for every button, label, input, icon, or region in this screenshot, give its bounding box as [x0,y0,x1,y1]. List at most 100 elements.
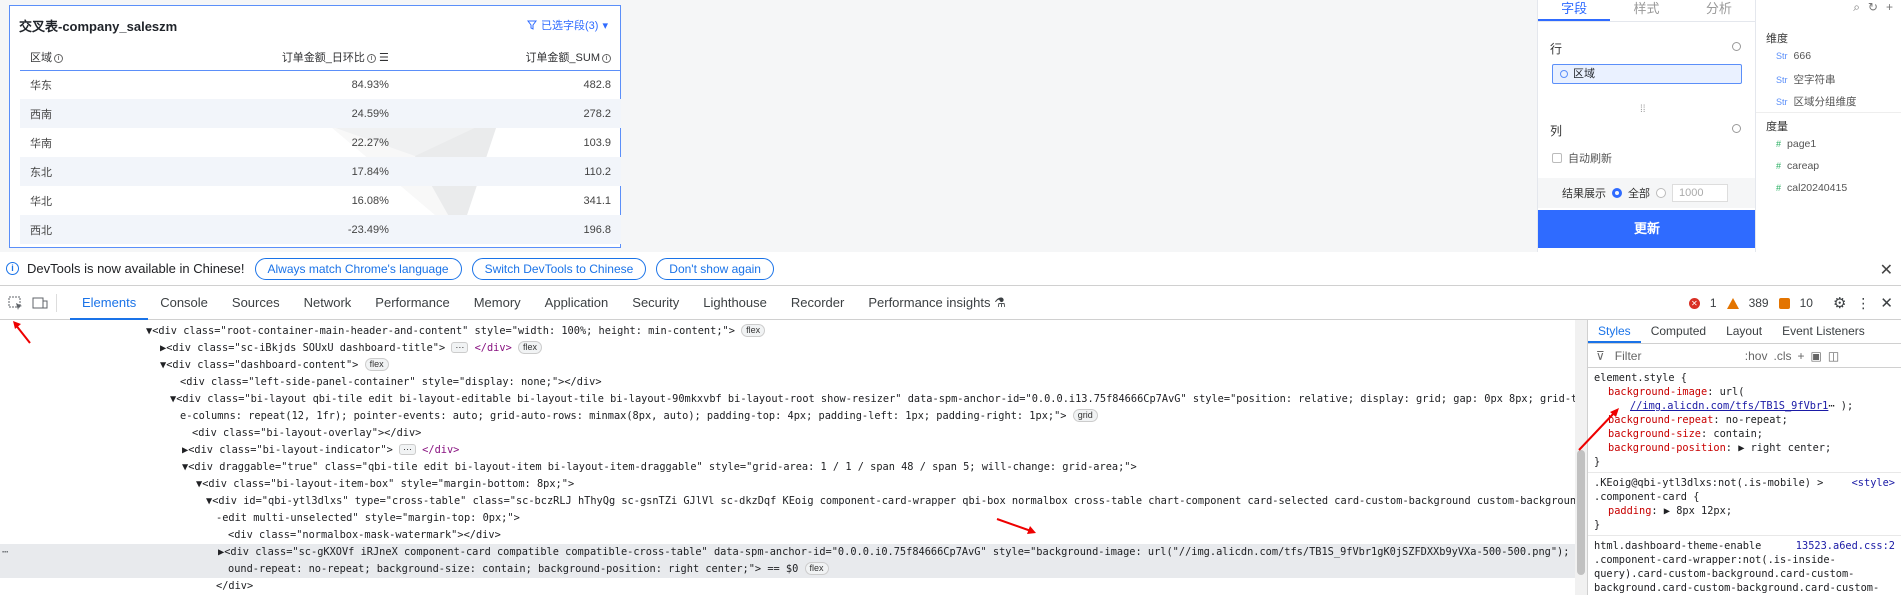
css-value[interactable]: right center; [1751,442,1832,454]
tab-elements[interactable]: Elements [70,286,149,320]
paint-icon[interactable]: ▣ [1811,349,1822,363]
flex-badge[interactable]: flex [741,324,766,337]
field-item[interactable]: Str 区域分组维度 [1776,94,1857,109]
tab-performance[interactable]: Performance [363,286,461,320]
warning-count[interactable]: 389 [1749,296,1769,310]
add-rule-icon[interactable]: + [1797,349,1804,363]
checkbox-icon [1552,153,1562,163]
tab-performance-insights[interactable]: Performance insights ⚗ [856,286,1017,320]
css-value[interactable]: contain; [1713,428,1763,440]
tab-security[interactable]: Security [620,286,691,320]
tab-recorder[interactable]: Recorder [779,286,856,320]
field-filter-button[interactable]: 已选字段(3) ▾ [527,17,608,33]
match-language-button[interactable]: Always match Chrome's language [254,257,462,280]
tab-analysis[interactable]: 分析 [1683,0,1755,21]
tab-application[interactable]: Application [533,286,621,320]
element-style-rule[interactable]: element.style { background-image: url( /… [1588,368,1901,473]
css-property[interactable]: background-repeat [1608,414,1713,426]
css-value[interactable]: 8px 12px; [1676,505,1732,517]
cell-region: 华东 [30,79,52,92]
dom-node[interactable]: <div class="normalbox-mask-watermark"></… [228,527,501,544]
scrollbar-thumb[interactable] [1577,450,1585,575]
css-rule[interactable]: 13523.a6ed.css:2 html.dashboard-theme-en… [1588,536,1901,595]
cls-toggle[interactable]: .cls [1773,349,1791,363]
cell-sum: 341.1 [583,194,611,207]
switch-chinese-button[interactable]: Switch DevTools to Chinese [471,257,647,280]
dom-node[interactable]: ▼<div draggable="true" class="qbi-tile e… [182,459,1137,476]
flex-badge[interactable]: flex [804,562,829,575]
field-item[interactable]: # page1 [1776,138,1816,150]
tab-computed[interactable]: Computed [1641,320,1716,343]
tab-styles[interactable]: Styles [1588,320,1641,343]
update-button[interactable]: 更新 [1538,210,1756,248]
refresh-icon[interactable]: ↻ [1868,0,1878,15]
row-field-pill[interactable]: 区域 [1552,64,1742,84]
gear-icon[interactable] [1732,124,1741,133]
drag-handle-icon[interactable]: ⁞⁞ [1640,104,1646,115]
tab-event-listeners[interactable]: Event Listeners [1772,320,1875,343]
auto-refresh-checkbox[interactable]: 自动刷新 [1552,150,1612,166]
dom-node[interactable]: ▼<div class="bi-layout-item-box" style="… [196,476,574,493]
more-icon[interactable]: ⋮ [1856,295,1870,312]
error-count[interactable]: 1 [1710,296,1717,310]
gear-icon[interactable] [1732,42,1741,51]
search-icon[interactable]: ⌕ [1853,0,1860,15]
inspect-element-icon[interactable] [8,296,24,310]
tab-fields[interactable]: 字段 [1538,0,1611,21]
radio-all[interactable] [1612,188,1622,198]
rule-source-link[interactable]: 13523.a6ed.css:2 [1796,539,1895,553]
add-icon[interactable]: + [1886,0,1893,15]
css-value[interactable]: url( [1720,386,1745,398]
flex-badge[interactable]: flex [517,341,542,354]
tab-memory[interactable]: Memory [462,286,533,320]
field-item[interactable]: Str 空字符串 [1776,72,1836,87]
close-icon[interactable]: ✕ [1880,260,1893,280]
css-rule[interactable]: <style> .KEoig@qbi-ytl3dlxs:not(.is-mobi… [1588,473,1901,536]
col-header-sum[interactable]: 订单金额_SUM i [398,44,621,71]
field-item[interactable]: # careap [1776,160,1819,172]
ellipsis-badge[interactable]: ⋯ [398,444,416,455]
device-toolbar-icon[interactable] [32,296,48,310]
filter-input[interactable]: Filter [1611,347,1739,365]
tab-console[interactable]: Console [148,286,220,320]
issues-count[interactable]: 10 [1800,296,1813,310]
sort-icon[interactable]: ☰ [379,52,389,64]
tab-lighthouse[interactable]: Lighthouse [691,286,779,320]
dom-node[interactable]: ▼<div class="root-container-main-header-… [146,323,766,340]
limit-input[interactable]: 1000 [1672,184,1728,202]
field-item[interactable]: # cal20240415 [1776,182,1847,194]
css-value[interactable]: no-repeat; [1726,414,1788,426]
col-header-region[interactable]: 区域 i [20,44,132,71]
radio-limit[interactable] [1656,188,1666,198]
tab-sources[interactable]: Sources [220,286,292,320]
field-item[interactable]: Str 666 [1776,50,1811,62]
config-tabs: 字段 样式 分析 [1538,0,1755,22]
dom-node[interactable]: ▶<div class="sc-iBkjds SOUxU dashboard-t… [160,340,542,357]
dom-node[interactable]: <div class="bi-layout-overlay"></div> [192,425,421,442]
dom-node[interactable]: <div class="left-side-panel-container" s… [180,374,602,391]
cross-table-card[interactable]: 交叉表-company_saleszm 已选字段(3) ▾ 区域 i 订单金额_日… [9,5,621,248]
dom-node[interactable]: ▼<div class="bi-layout qbi-tile edit bi-… [170,391,1575,408]
hov-toggle[interactable]: :hov [1745,349,1768,363]
dom-node[interactable]: ▼<div class="dashboard-content"> flex [160,357,389,374]
css-property[interactable]: padding [1608,505,1651,517]
rule-source-link[interactable]: <style> [1852,476,1895,490]
sidebar-toggle-icon[interactable]: ◫ [1828,349,1839,363]
dom-node[interactable]: ▶<div class="bi-layout-indicator"> ⋯ </d… [182,442,459,459]
tab-network[interactable]: Network [292,286,364,320]
dom-node[interactable]: ▼<div id="qbi-ytl3dlxs" type="cross-tabl… [206,493,1575,510]
dont-show-button[interactable]: Don't show again [656,257,774,280]
css-property[interactable]: background-position [1608,442,1726,454]
col-header-dod[interactable]: 订单金额_日环比 i ☰ [131,44,399,71]
tab-style[interactable]: 样式 [1610,0,1682,21]
ellipsis-badge[interactable]: ⋯ [451,342,469,353]
selected-dom-node[interactable]: ⋯ ▶<div class="sc-gKXOVf iRJneX component… [0,544,1575,561]
css-url-link[interactable]: //img.alicdn.com/tfs/TB1S_9fVbr1 [1630,400,1828,412]
grid-badge[interactable]: grid [1072,409,1098,422]
close-icon[interactable]: ✕ [1880,294,1893,312]
gear-icon[interactable]: ⚙ [1833,294,1846,312]
css-property[interactable]: background-image [1608,386,1707,398]
flex-badge[interactable]: flex [364,358,389,371]
elements-scrollbar[interactable] [1575,320,1587,595]
tab-layout[interactable]: Layout [1716,320,1772,343]
